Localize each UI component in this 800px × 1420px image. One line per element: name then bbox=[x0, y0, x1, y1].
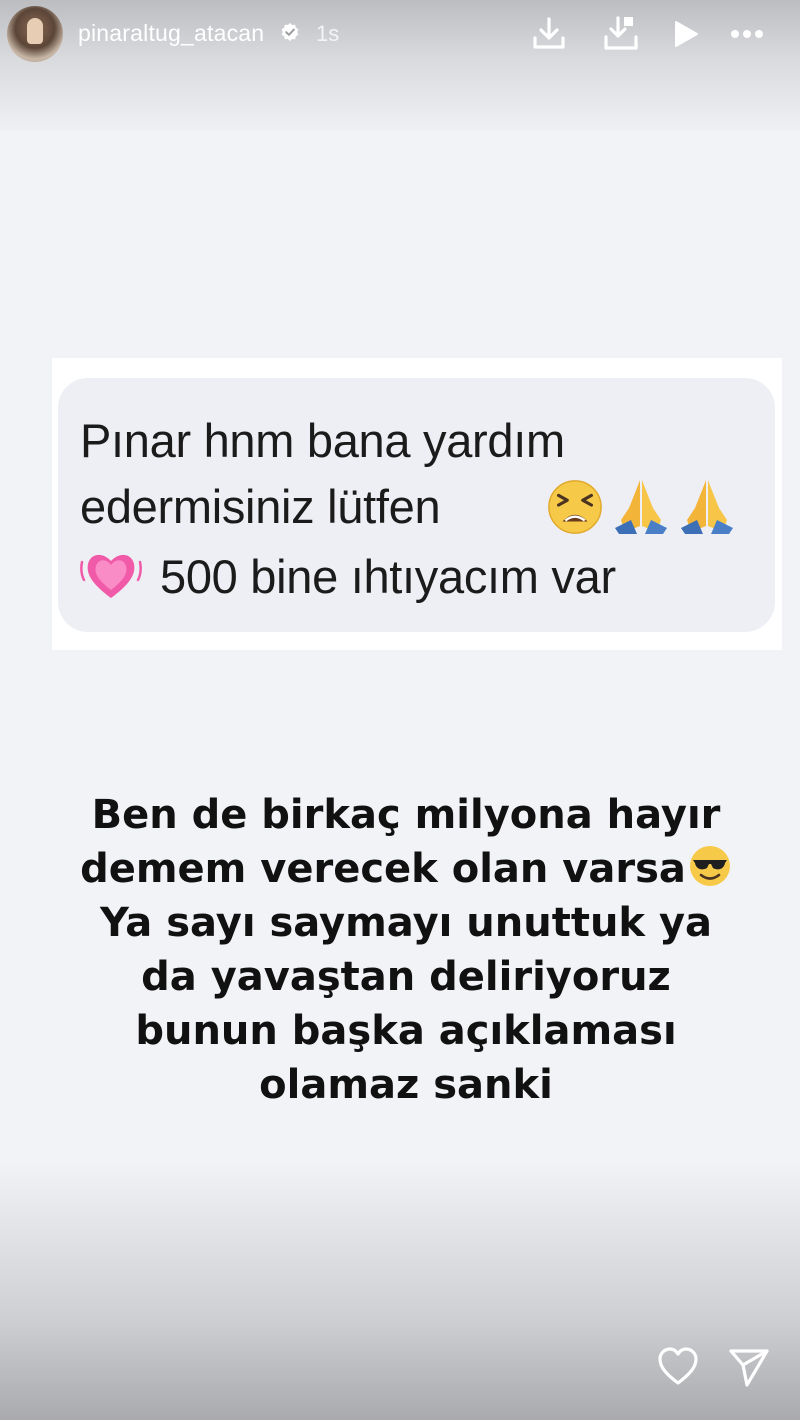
username[interactable]: pinaraltug_atacan bbox=[78, 20, 264, 47]
caption-line-5: bunun başka açıklaması bbox=[135, 1008, 677, 1054]
folded-hands-emoji bbox=[681, 480, 733, 534]
dm-message-line-1: Pınar hnm bana yardım bbox=[80, 414, 565, 467]
folded-hands-emoji bbox=[615, 480, 667, 534]
caption-line-6: olamaz sanki bbox=[259, 1062, 553, 1108]
send-icon[interactable] bbox=[727, 1345, 771, 1389]
heart-icon[interactable] bbox=[656, 1345, 700, 1389]
dm-message-line-3: 500 bine ıhtıyacım var bbox=[160, 550, 616, 603]
play-icon[interactable] bbox=[666, 14, 706, 54]
post-time: 1s bbox=[316, 21, 340, 46]
story-viewer: pinaraltug_atacan 1s Pınar hnm bana yard… bbox=[0, 0, 800, 1420]
caption-line-1: Ben de birkaç milyona hayır bbox=[91, 792, 721, 838]
more-icon[interactable] bbox=[727, 14, 767, 54]
caption-line-2-text: demem verecek olan varsa bbox=[80, 846, 686, 892]
caption-line-4: da yavaştan deliriyoruz bbox=[141, 954, 671, 1000]
saved-icon[interactable] bbox=[601, 14, 641, 54]
caption-line-2: demem verecek olan varsa bbox=[40, 842, 772, 896]
growing-heart-emoji bbox=[80, 554, 142, 598]
verified-badge-icon bbox=[281, 23, 299, 41]
download-icon[interactable] bbox=[529, 14, 569, 54]
story-caption: Ben de birkaç milyona hayır demem verece… bbox=[40, 788, 772, 1112]
caption-line-3: Ya sayı saymayı unuttuk ya bbox=[99, 900, 713, 946]
weary-face-emoji bbox=[548, 480, 602, 534]
story-header: pinaraltug_atacan 1s bbox=[0, 0, 800, 68]
sunglasses-face-emoji bbox=[689, 846, 730, 886]
avatar[interactable] bbox=[7, 6, 63, 62]
dm-message-line-2: edermisiniz lütfen bbox=[80, 480, 441, 533]
